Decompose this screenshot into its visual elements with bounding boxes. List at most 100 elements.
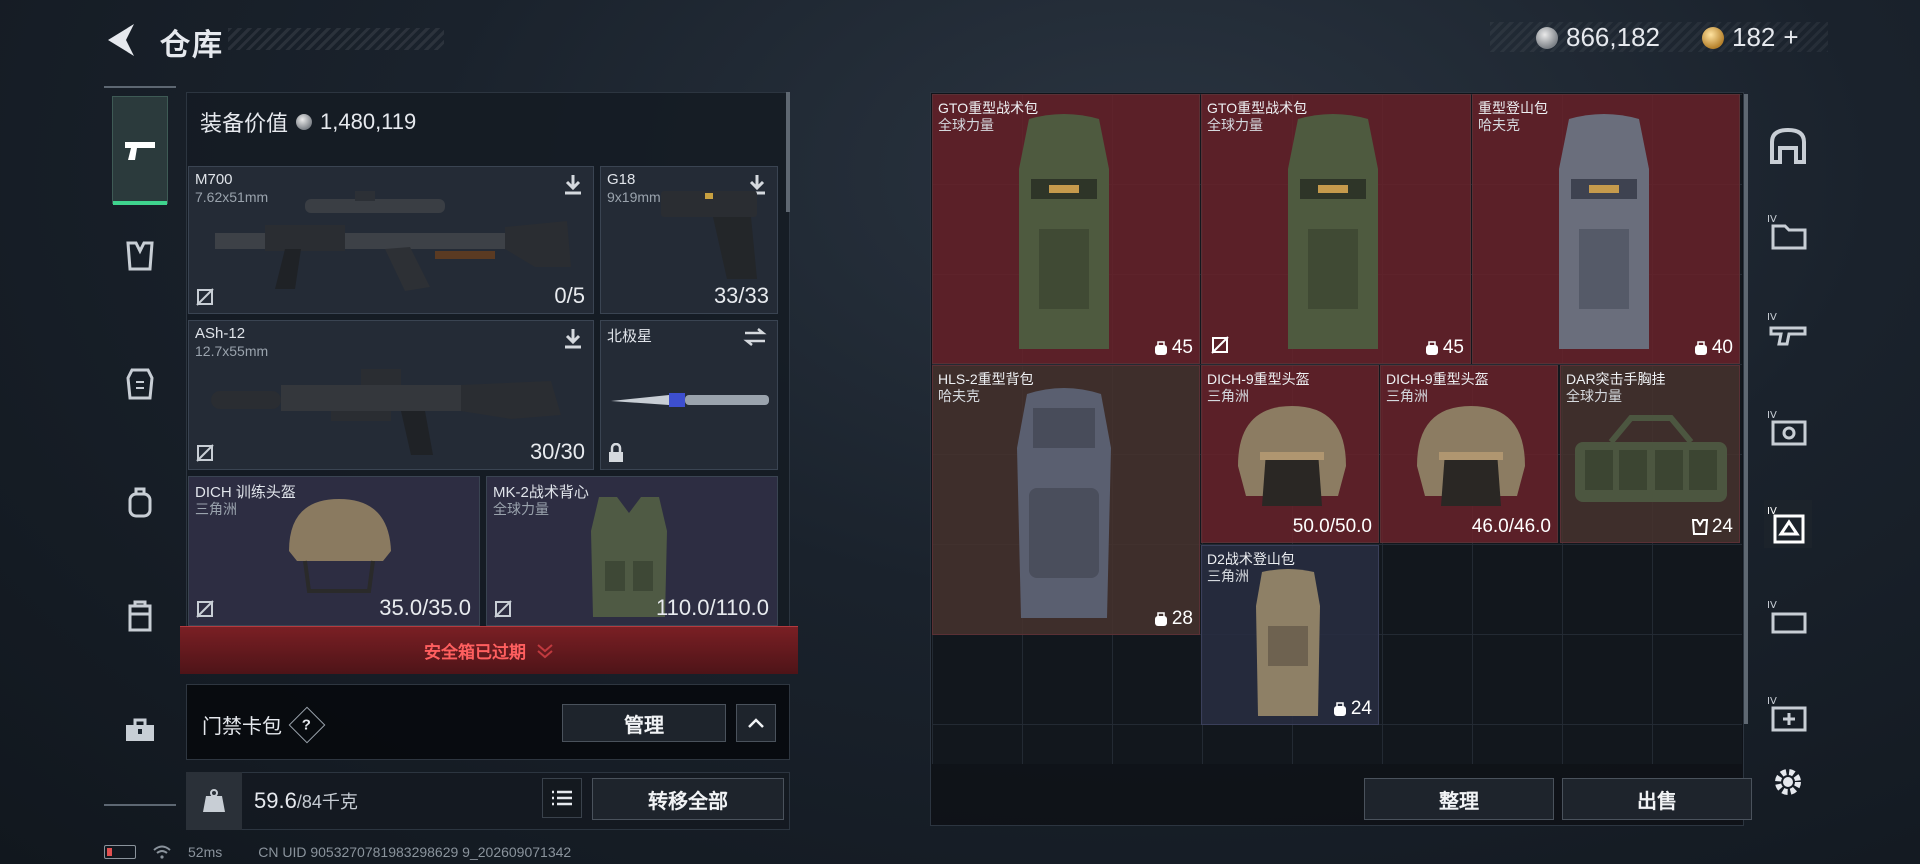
gear-box-icon: IV (1767, 506, 1805, 544)
slot-item-caliber: 9x19mm (607, 189, 661, 205)
sell-button[interactable]: 出售 (1562, 778, 1752, 820)
storage-item-backpack[interactable]: GTO重型战术包 全球力量 45 (932, 94, 1200, 364)
slot-item-brand: 全球力量 (493, 501, 549, 517)
ping: 52ms (188, 844, 223, 860)
no-drop-icon (1211, 336, 1229, 354)
rifle-tab-icon: IV (1767, 312, 1807, 346)
chest-rig-image (1575, 415, 1727, 502)
chest-rig-capacity-icon (1691, 519, 1708, 535)
ammo-count: 33/33 (713, 283, 769, 308)
title-decoration (228, 28, 444, 50)
nav-chest-rig[interactable] (112, 228, 168, 284)
armor-vest-icon (126, 368, 154, 400)
slot-helmet[interactable]: DICH 训练头盔 三角洲 35.0/35.0 (188, 476, 480, 626)
carry-weight: 59.6/84千克 (254, 788, 358, 814)
item-brand: 哈夫克 (938, 388, 980, 404)
slot-item-name: G18 (607, 171, 636, 188)
chevron-up-icon (748, 718, 764, 728)
tab-storage-equipment[interactable]: IV (1764, 500, 1812, 548)
rifle-image (211, 369, 561, 455)
slot-secondary-weapon[interactable]: ASh-12 12.7x55mm 30/30 (188, 320, 594, 470)
storage-item-helmet[interactable]: DICH-9重型头盔 三角洲 50.0/50.0 (1201, 365, 1379, 543)
keycard-label-row: 门禁卡包 ? (202, 706, 326, 743)
storage-item-helmet[interactable]: DICH-9重型头盔 三角洲 46.0/46.0 (1380, 365, 1558, 543)
download-icon (565, 329, 581, 349)
tab-storage-weapons[interactable]: IV (1764, 306, 1812, 354)
nav-safe-box[interactable] (112, 588, 168, 644)
storage-item-backpack[interactable]: D2战术登山包 三角洲 24 (1201, 545, 1379, 725)
storage-item-backpack[interactable]: GTO重型战术包 全球力量 45 (1201, 94, 1471, 364)
nav-armor[interactable] (112, 356, 168, 412)
settings-button[interactable] (1764, 758, 1812, 806)
sort-button[interactable]: 整理 (1364, 778, 1554, 820)
storage-scrollbar[interactable] (1744, 94, 1748, 724)
tab-storage-attachments[interactable]: IV (1764, 404, 1812, 452)
scope-icon: IV (1767, 410, 1807, 446)
no-drop-icon (494, 600, 512, 618)
arch-icon (1770, 127, 1806, 164)
list-view-button[interactable] (542, 778, 582, 818)
manage-button[interactable]: 管理 (562, 704, 726, 742)
slot-melee[interactable]: 北极星 (600, 320, 778, 470)
capacity: 28 (1154, 608, 1193, 630)
slot-body-armor[interactable]: MK-2战术背心 全球力量 110.0/110.0 (486, 476, 778, 626)
transfer-all-button[interactable]: 转移全部 (592, 778, 784, 820)
back-arrow-icon[interactable] (104, 22, 138, 58)
nav-toolbox[interactable] (112, 702, 168, 758)
svg-text:IV: IV (1767, 312, 1777, 323)
keycard-label: 门禁卡包 (202, 716, 282, 738)
uid: CN UID 9053270781983298629 9_20260907134… (258, 844, 572, 860)
weight-icon-box (186, 772, 242, 830)
storage-tabs: IV IV IV IV IV IV (1756, 94, 1820, 824)
case-icon (128, 600, 152, 632)
swap-arrows-icon (743, 328, 767, 346)
capacity: 45 (1425, 337, 1464, 359)
help-icon[interactable]: ? (288, 706, 326, 743)
slot-sidearm[interactable]: G18 9x19mm 33/33 (600, 166, 778, 314)
storage-item-backpack[interactable]: HLS-2重型背包 哈夫克 28 (932, 365, 1200, 635)
pistol-icon (125, 142, 155, 160)
collapse-button[interactable] (736, 704, 776, 742)
capacity: 45 (1154, 337, 1193, 359)
folder-icon: IV (1767, 214, 1807, 250)
double-chevron-down-icon (537, 643, 553, 658)
slot-item-name: 北极星 (607, 328, 653, 345)
svg-text:IV: IV (1767, 600, 1777, 611)
slot-primary-weapon[interactable]: M700 7.62x51mm 0/5 (188, 166, 594, 314)
weight-current: 59.6 (254, 788, 297, 813)
tab-storage-ammo[interactable]: IV (1764, 594, 1812, 642)
weight-max: /84千克 (296, 792, 358, 812)
equipment-scrollbar[interactable] (786, 92, 790, 212)
gear-icon (1775, 769, 1801, 795)
safe-box-expired-banner[interactable]: 安全箱已过期 (180, 626, 798, 674)
weight-icon (203, 789, 225, 812)
list-icon (552, 790, 572, 806)
silver-amount: 866,182 (1566, 22, 1660, 52)
svg-text:IV: IV (1767, 696, 1777, 707)
item-brand: 三角洲 (1207, 568, 1249, 584)
silver-coin-icon (296, 114, 313, 130)
durability: 46.0/46.0 (1471, 516, 1551, 537)
gold-plus[interactable]: + (1783, 22, 1798, 53)
bag-capacity-icon (1154, 612, 1167, 626)
capacity: 40 (1694, 337, 1733, 359)
tab-storage-all[interactable] (1764, 122, 1812, 170)
backpack-image (1256, 569, 1320, 716)
helmet-image (1238, 406, 1346, 506)
bag-capacity-icon (1425, 341, 1438, 355)
durability: 35.0/35.0 (379, 595, 471, 620)
rifle-image (215, 191, 571, 291)
tab-storage-medical[interactable]: IV (1764, 690, 1812, 738)
equipment-value-row: 装备价值 1,480,119 (200, 106, 416, 138)
nav-backpack[interactable] (112, 474, 168, 530)
gold-currency[interactable]: 182 + (1702, 22, 1799, 53)
tab-storage-folder[interactable]: IV (1764, 208, 1812, 256)
storage-item-backpack[interactable]: 重型登山包 哈夫克 40 (1472, 94, 1740, 364)
status-bar: 52ms CN UID 9053270781983298629 9_202609… (104, 844, 571, 860)
svg-text:IV: IV (1767, 214, 1777, 225)
nav-weapons[interactable] (112, 96, 168, 205)
backpack-image (1288, 114, 1378, 349)
pistol-image (661, 191, 757, 279)
helmet-image (1417, 406, 1525, 506)
storage-item-chest-rig[interactable]: DAR突击手胸挂 全球力量 24 (1560, 365, 1740, 543)
